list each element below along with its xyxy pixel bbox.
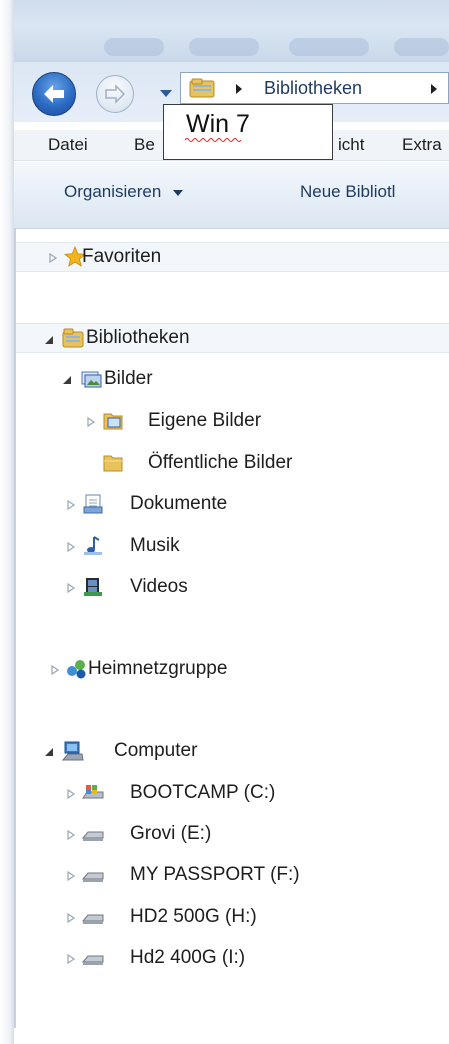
menu-file[interactable]: Datei <box>48 135 88 155</box>
tree-item-favorites[interactable]: Favoriten <box>16 242 449 272</box>
hard-drive-icon <box>82 955 104 965</box>
expand-arrow-icon[interactable] <box>66 954 76 964</box>
tree-label: Bibliotheken <box>86 327 190 348</box>
back-button[interactable] <box>32 72 76 116</box>
system-drive-icon <box>82 785 104 799</box>
tree-label: Hd2 400G (I:) <box>130 947 246 968</box>
tree-item-libraries[interactable]: Bibliotheken <box>16 323 449 353</box>
organize-button[interactable]: Organisieren <box>64 182 184 202</box>
pictures-folder-icon <box>103 413 123 430</box>
tree-label: Bilder <box>104 368 153 389</box>
tree-label: Computer <box>114 740 198 761</box>
homegroup-icon <box>67 660 86 679</box>
videos-library-icon <box>84 578 102 596</box>
tree-label: HD2 500G (H:) <box>130 906 257 927</box>
tree-label: MY PASSPORT (F:) <box>130 864 300 885</box>
expand-arrow-icon[interactable] <box>66 500 76 510</box>
pictures-library-icon <box>81 371 102 388</box>
hard-drive-icon <box>82 914 104 924</box>
title-bar <box>14 0 449 62</box>
organize-label: Organisieren <box>64 182 162 201</box>
new-library-button[interactable]: Neue Bibliotl <box>300 182 395 202</box>
tree-item-drive[interactable]: HD2 500G (H:) <box>16 903 449 933</box>
expand-arrow-icon[interactable] <box>66 871 76 881</box>
music-library-icon <box>84 536 102 555</box>
menu-view[interactable]: icht <box>338 135 364 155</box>
breadcrumb-arrow-icon[interactable] <box>429 83 439 95</box>
menu-extras[interactable]: Extra <box>402 135 442 155</box>
expand-arrow-icon[interactable] <box>66 542 76 552</box>
tree-item-homegroup[interactable]: Heimnetzgruppe <box>16 655 449 685</box>
tree-label: Dokumente <box>130 493 228 514</box>
breadcrumb-arrow-icon[interactable] <box>234 83 244 95</box>
tree-item-drive[interactable]: BOOTCAMP (C:) <box>16 779 449 809</box>
tree-item-pictures[interactable]: Bilder <box>16 365 449 395</box>
tree-label: Videos <box>130 576 188 597</box>
tree-item-videos[interactable]: Videos <box>16 573 449 603</box>
collapse-arrow-icon[interactable] <box>44 747 54 757</box>
library-icon <box>189 78 215 98</box>
expand-arrow-icon[interactable] <box>66 789 76 799</box>
annotation-label: Win 7 <box>186 110 250 138</box>
tree-label: Öffentliche Bilder <box>148 452 293 473</box>
tree-item-public-pictures[interactable]: Öffentliche Bilder <box>16 449 449 479</box>
tree-item-computer[interactable]: Computer <box>16 737 449 767</box>
expand-arrow-icon[interactable] <box>50 665 60 675</box>
tree-label: Musik <box>130 535 180 556</box>
forward-button[interactable] <box>96 75 134 113</box>
expand-arrow-icon[interactable] <box>66 830 76 840</box>
computer-icon <box>62 741 84 761</box>
tree-label: BOOTCAMP (C:) <box>130 782 276 803</box>
tree-item-my-pictures[interactable]: Eigene Bilder <box>16 407 449 437</box>
documents-library-icon <box>83 494 103 514</box>
tree-label: Favoriten <box>82 246 162 267</box>
breadcrumb-libraries[interactable]: Bibliotheken <box>264 78 362 99</box>
tree-label: Eigene Bilder <box>148 410 262 431</box>
arrow-right-icon <box>105 84 126 104</box>
tree-item-music[interactable]: Musik <box>16 532 449 562</box>
collapse-arrow-icon[interactable] <box>62 375 72 385</box>
tree-label: Grovi (E:) <box>130 823 212 844</box>
tree-item-drive[interactable]: MY PASSPORT (F:) <box>16 861 449 891</box>
hard-drive-icon <box>82 872 104 882</box>
menu-edit[interactable]: Be <box>134 135 155 155</box>
tree-item-drive[interactable]: Grovi (E:) <box>16 820 449 850</box>
recent-pages-dropdown-icon[interactable] <box>158 86 174 100</box>
hard-drive-icon <box>82 831 104 841</box>
expand-arrow-icon[interactable] <box>66 913 76 923</box>
expand-arrow-icon[interactable] <box>86 417 96 427</box>
tree-label: Heimnetzgruppe <box>88 658 228 679</box>
tree-item-drive[interactable]: Hd2 400G (I:) <box>16 944 449 974</box>
expand-arrow-icon[interactable] <box>48 253 58 263</box>
library-icon <box>62 328 84 348</box>
collapse-arrow-icon[interactable] <box>44 335 54 345</box>
expand-arrow-icon[interactable] <box>66 583 76 593</box>
arrow-left-icon <box>44 85 64 103</box>
spellcheck-underline <box>185 138 241 142</box>
tree-item-documents[interactable]: Dokumente <box>16 490 449 520</box>
chevron-down-icon <box>173 189 184 196</box>
window-left-edge <box>0 0 14 1044</box>
folder-icon <box>103 455 123 472</box>
